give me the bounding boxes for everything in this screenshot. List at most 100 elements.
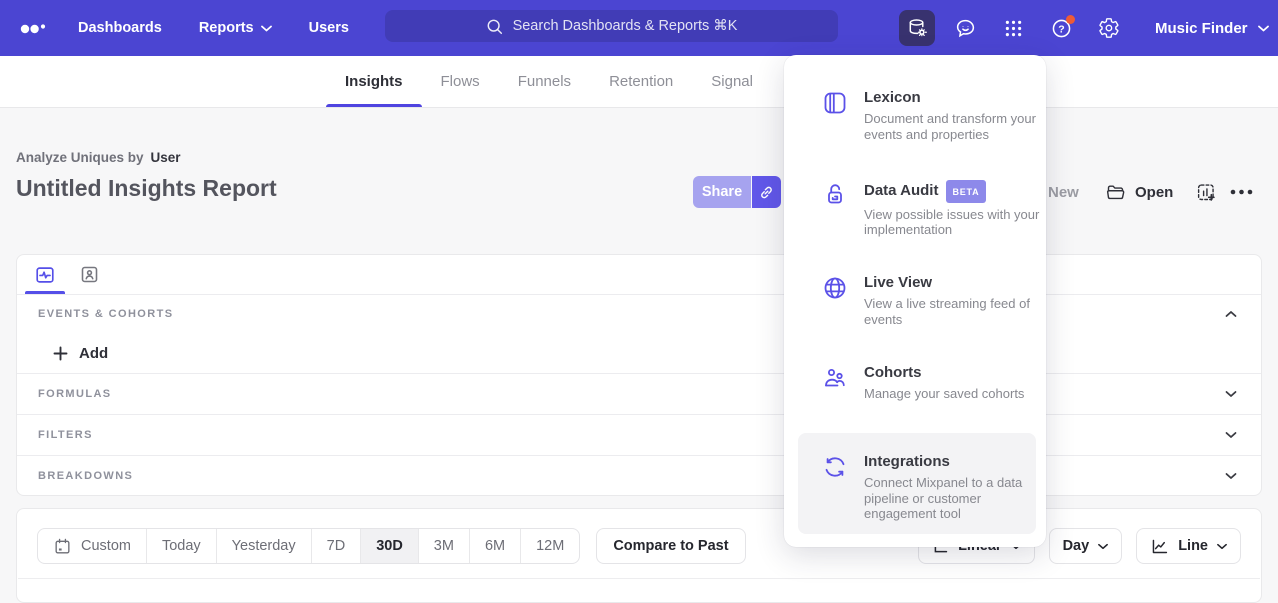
range-label: 6M — [485, 538, 505, 554]
plus-icon — [53, 346, 68, 361]
more-options-button[interactable] — [1229, 176, 1254, 208]
tab-retention[interactable]: Retention — [609, 56, 673, 107]
tab-insights[interactable]: Insights — [345, 56, 403, 107]
menu-item-cohorts[interactable]: Cohorts Manage your saved cohorts — [822, 364, 1042, 402]
calendar-icon — [53, 537, 72, 556]
tab-flows[interactable]: Flows — [441, 56, 480, 107]
compare-to-past-button[interactable]: Compare to Past — [596, 528, 745, 564]
section-label: BREAKDOWNS — [38, 470, 133, 482]
section-label: FORMULAS — [38, 388, 112, 400]
chevron-down-icon — [1258, 25, 1269, 32]
section-label: EVENTS & COHORTS — [38, 308, 173, 320]
chevron-down-icon — [261, 25, 272, 32]
feedback-bubble-icon[interactable] — [947, 10, 983, 46]
open-label: Open — [1135, 184, 1173, 201]
section-events-cohorts[interactable]: EVENTS & COHORTS — [17, 295, 1261, 333]
chevron-down-icon[interactable] — [1225, 431, 1237, 439]
section-formulas[interactable]: FORMULAS — [17, 373, 1261, 414]
data-management-dropdown: Lexicon Document and transform your even… — [784, 55, 1046, 547]
range-12m[interactable]: 12M — [520, 529, 579, 563]
chevron-down-icon — [1098, 543, 1108, 550]
apps-grid-icon[interactable] — [995, 10, 1031, 46]
range-30d[interactable]: 30D — [360, 529, 418, 563]
range-label: 30D — [376, 538, 403, 554]
menu-item-description: Manage your saved cohorts — [864, 386, 1042, 402]
open-report-button[interactable]: Open — [1105, 176, 1173, 208]
chart-type-dropdown[interactable]: Line — [1136, 528, 1241, 564]
question-glyph: ? — [1058, 23, 1064, 35]
insights-chart-tab-icon[interactable] — [23, 255, 67, 294]
menu-item-integrations-content: Integrations Connect Mixpanel to a data … — [798, 433, 1036, 522]
breadcrumb-prefix: Analyze Uniques by — [16, 150, 144, 165]
new-label: New — [1048, 184, 1079, 201]
nav-users-label: Users — [309, 20, 349, 36]
share-button[interactable]: Share — [693, 176, 751, 208]
section-label: FILTERS — [38, 429, 93, 441]
menu-item-title: Live View — [864, 274, 932, 292]
beta-badge: BETA — [946, 180, 985, 203]
chevron-down-icon[interactable] — [1225, 472, 1237, 480]
report-title[interactable]: Untitled Insights Report — [16, 175, 277, 202]
date-range-control: Custom Today Yesterday 7D 30D 3M 6M 12M — [37, 528, 580, 564]
interval-dropdown[interactable]: Day — [1049, 528, 1123, 564]
help-icon[interactable]: ? — [1043, 10, 1079, 46]
menu-item-data-audit[interactable]: Data Audit BETA View possible issues with… — [822, 180, 1042, 238]
range-today[interactable]: Today — [146, 529, 216, 563]
tab-signal[interactable]: Signal — [711, 56, 753, 107]
notification-dot — [1066, 15, 1075, 24]
chart-toolbar-card: Custom Today Yesterday 7D 30D 3M 6M 12M … — [16, 508, 1262, 603]
menu-item-title: Data Audit — [864, 182, 938, 200]
copy-link-button[interactable] — [752, 176, 781, 208]
range-label: 3M — [434, 538, 454, 554]
menu-item-description: Document and transform your events and p… — [864, 111, 1042, 142]
range-label: 7D — [327, 538, 346, 554]
add-event-button[interactable]: Add — [17, 333, 1261, 373]
section-breakdowns[interactable]: BREAKDOWNS — [17, 455, 1261, 496]
lexicon-icon — [822, 90, 848, 116]
data-management-icon[interactable] — [899, 10, 935, 46]
chart-type-label: Line — [1178, 538, 1208, 554]
menu-item-description: View possible issues with your implement… — [864, 207, 1042, 238]
search-input[interactable]: Search Dashboards & Reports ⌘K — [385, 10, 838, 42]
menu-item-live-view[interactable]: Live View View a live streaming feed of … — [822, 274, 1042, 327]
toolbar-divider — [18, 578, 1260, 579]
nav-reports-label: Reports — [199, 20, 254, 36]
menu-item-integrations[interactable]: Integrations Connect Mixpanel to a data … — [798, 433, 1036, 534]
settings-gear-icon[interactable] — [1091, 10, 1127, 46]
range-label: 12M — [536, 538, 564, 554]
nav-dashboards[interactable]: Dashboards — [78, 20, 162, 36]
menu-item-description: Connect Mixpanel to a data pipeline or c… — [864, 475, 1036, 522]
nav-dashboards-label: Dashboards — [78, 20, 162, 36]
new-report-button[interactable]: New — [1048, 176, 1079, 208]
menu-item-title: Integrations — [864, 453, 950, 471]
project-name: Music Finder — [1155, 20, 1248, 37]
chevron-down-icon[interactable] — [1225, 390, 1237, 398]
query-mode-tabs — [17, 255, 1261, 295]
mixpanel-logo[interactable] — [20, 16, 47, 40]
search-icon — [486, 18, 503, 35]
nav-reports[interactable]: Reports — [199, 20, 272, 36]
nav-users[interactable]: Users — [309, 20, 349, 36]
chevron-down-icon — [1217, 543, 1227, 550]
link-icon — [758, 184, 775, 201]
range-3m[interactable]: 3M — [418, 529, 469, 563]
range-6m[interactable]: 6M — [469, 529, 520, 563]
section-filters[interactable]: FILTERS — [17, 414, 1261, 455]
range-yesterday[interactable]: Yesterday — [216, 529, 311, 563]
menu-item-lexicon[interactable]: Lexicon Document and transform your even… — [822, 89, 1042, 142]
range-7d[interactable]: 7D — [311, 529, 361, 563]
project-switcher[interactable]: Music Finder — [1155, 20, 1269, 37]
navbar-actions: ? Music Finder — [899, 10, 1269, 46]
cohorts-icon — [822, 365, 848, 391]
folder-open-icon — [1105, 182, 1126, 202]
share-split-button: Share — [693, 176, 781, 208]
chevron-up-icon[interactable] — [1225, 310, 1237, 318]
range-custom[interactable]: Custom — [38, 529, 146, 563]
query-builder-card: EVENTS & COHORTS Add FORMULAS FILTERS BR… — [16, 254, 1262, 496]
tab-funnels[interactable]: Funnels — [518, 56, 571, 107]
breadcrumb-entity-selector[interactable]: User — [151, 150, 181, 165]
add-to-dashboard-button[interactable] — [1196, 176, 1217, 208]
add-to-dashboard-icon — [1196, 182, 1217, 203]
profiles-tab-icon[interactable] — [67, 255, 111, 294]
range-label: Yesterday — [232, 538, 296, 554]
